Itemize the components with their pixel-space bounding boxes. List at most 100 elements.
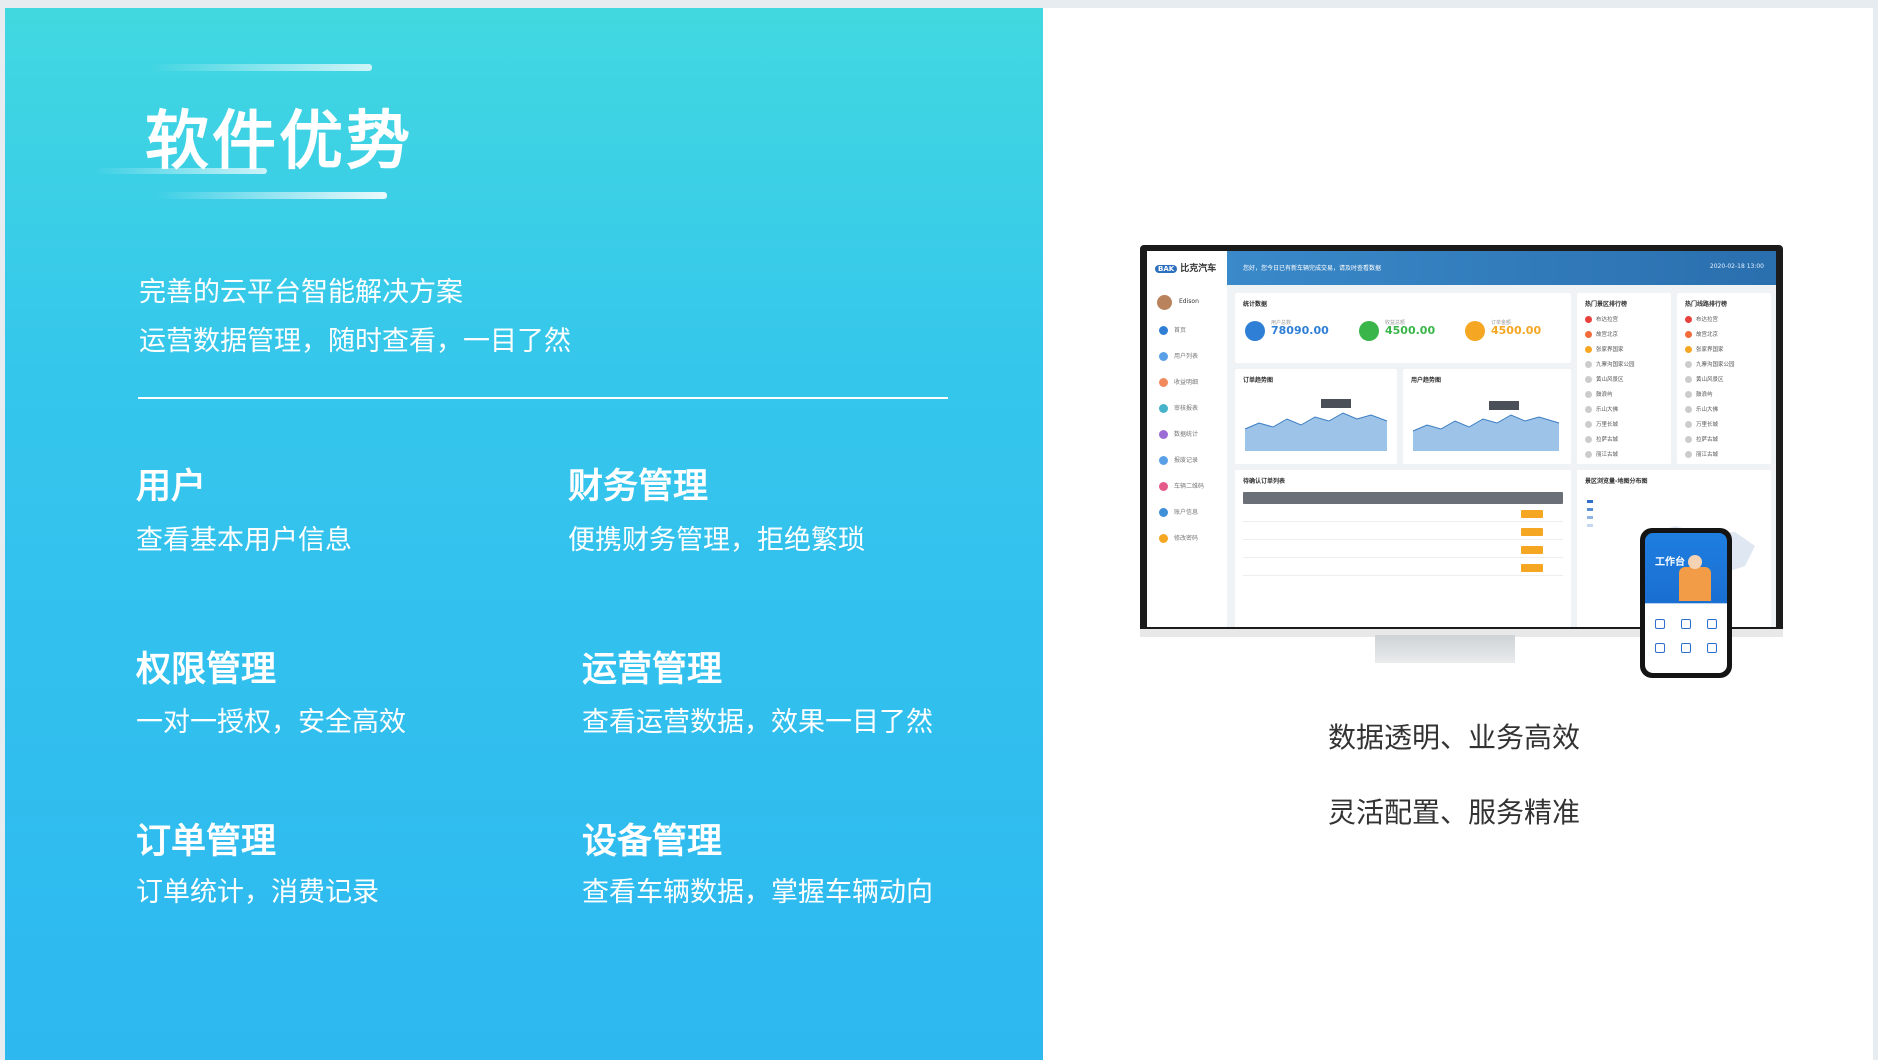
subtitle-line-1: 完善的云平台智能解决方案 [139, 277, 463, 308]
phone-mockup: 工作台 [1640, 528, 1732, 678]
confirm-button[interactable] [1521, 546, 1543, 554]
sidebar-item-stats: 数据统计 [1159, 429, 1198, 441]
app-grid-icon [1655, 619, 1665, 629]
rank-item: 黄山风景区 [1685, 375, 1724, 383]
table-row [1243, 560, 1563, 576]
feature-desc-operation: 查看运营数据，效果一目了然 [582, 707, 933, 738]
rank-item: 鼓浪屿 [1685, 390, 1713, 398]
rank-item: 布达拉宫 [1685, 315, 1718, 323]
table-row [1243, 542, 1563, 558]
table-row [1243, 506, 1563, 522]
rank-item: 拉萨古城 [1685, 435, 1718, 443]
order-trend-title: 订单趋势图 [1243, 377, 1274, 384]
sidebar-item-users: 用户列表 [1159, 351, 1198, 363]
notice-text: 您好，您今日已有新车辆完成交易，请及时查看数据 [1243, 265, 1382, 272]
stat-income: 4500.00 收益总额 [1359, 320, 1435, 341]
sidebar-item-account: 账户信息 [1159, 507, 1198, 519]
feature-heading-device: 设备管理 [582, 822, 723, 862]
sidebar-item-scrap: 报废记录 [1159, 455, 1198, 467]
phone-screen: 工作台 [1645, 533, 1727, 673]
rank-item: 张家界国家 [1685, 345, 1724, 353]
stats-card: 统计数据 78090.00 用户总数 4500.00 收益总额 4500.00 订单金… [1235, 293, 1571, 363]
avatar [1157, 295, 1172, 310]
pending-orders-card: 待确认订单列表 [1235, 470, 1571, 627]
time-text: 2020-02-18 13:00 [1709, 263, 1764, 270]
tagline-2: 灵活配置、服务精准 [1328, 796, 1581, 829]
confirm-button[interactable] [1521, 564, 1543, 572]
rank-item: 张家界国家 [1585, 345, 1624, 353]
sidebar-item-password: 修改密码 [1159, 533, 1198, 545]
phone-title: 工作台 [1655, 557, 1685, 568]
dashboard-topbar: 您好，您今日已有新车辆完成交易，请及时查看数据 2020-02-18 13:00 [1227, 251, 1776, 285]
user-trend-chart [1412, 401, 1560, 451]
monitor-mockup: BAK 比克汽车 Edison 首页 用户列表 收益明细 审核报表 数据统计 报废… [1140, 245, 1783, 678]
app-grid-icon [1681, 619, 1691, 629]
sidebar-item-qrcode: 车辆二维码 [1159, 481, 1204, 493]
user-trend-card: 用户趋势图 [1403, 369, 1571, 464]
feature-heading-permission: 权限管理 [136, 650, 277, 690]
title-decoration-line [155, 192, 387, 199]
rank-item: 九寨沟国家公园 [1585, 360, 1635, 368]
map-title: 景区浏览量-地图分布图 [1585, 478, 1648, 485]
title-decoration-line [150, 64, 372, 71]
rank-item: 万里长城 [1585, 420, 1618, 428]
user-trend-title: 用户趋势图 [1411, 377, 1442, 384]
confirm-button[interactable] [1521, 528, 1543, 536]
app-grid-icon [1707, 619, 1717, 629]
confirm-button[interactable] [1521, 510, 1543, 518]
stats-title: 统计数据 [1243, 301, 1268, 308]
scenic-rank-title: 热门景区排行榜 [1585, 301, 1628, 308]
feature-desc-permission: 一对一授权，安全高效 [136, 707, 406, 738]
monitor-stand [1375, 635, 1515, 663]
scenic-rank-card: 热门景区排行榜 布达拉宫 故宫北京 张家界国家 九寨沟国家公园 黄山风景区 鼓浪… [1577, 293, 1671, 464]
feature-heading-operation: 运营管理 [582, 650, 723, 690]
rank-item: 拉萨古城 [1585, 435, 1618, 443]
person-illustration-head [1688, 555, 1702, 569]
route-rank-card: 热门线路排行榜 布达拉宫 故宫北京 张家界国家 九寨沟国家公园 黄山风景区 鼓浪… [1677, 293, 1771, 464]
brand-logo: BAK 比克汽车 [1155, 261, 1216, 274]
app-grid-icon [1655, 643, 1665, 653]
person-illustration [1679, 567, 1711, 601]
slide-title: 软件优势 [145, 105, 413, 179]
rank-item: 丽江古城 [1685, 450, 1718, 458]
feature-heading-finance: 财务管理 [568, 467, 709, 507]
divider [138, 397, 948, 399]
route-rank-title: 热门线路排行榜 [1685, 301, 1728, 308]
rank-item: 布达拉宫 [1585, 315, 1618, 323]
rank-item: 故宫北京 [1685, 330, 1718, 338]
slide: 软件优势 完善的云平台智能解决方案 运营数据管理，随时查看，一目了然 用户 查看… [0, 0, 1878, 1060]
sidebar-item-review: 审核报表 [1159, 403, 1198, 415]
pending-orders-title: 待确认订单列表 [1243, 478, 1286, 485]
rank-item: 黄山风景区 [1585, 375, 1624, 383]
rank-item: 故宫北京 [1585, 330, 1618, 338]
stat-users: 78090.00 用户总数 [1245, 320, 1329, 341]
rank-item: 鼓浪屿 [1585, 390, 1613, 398]
feature-desc-order: 订单统计，消费记录 [136, 877, 379, 908]
rank-item: 九寨沟国家公园 [1685, 360, 1735, 368]
user-name: Edison [1179, 298, 1199, 305]
rank-item: 万里长城 [1685, 420, 1718, 428]
brand-name: 比克汽车 [1180, 264, 1217, 274]
brand-badge: BAK [1155, 265, 1178, 273]
stat-orders: 4500.00 订单金额 [1465, 320, 1541, 341]
rank-item: 乐山大佛 [1585, 405, 1618, 413]
table-header [1243, 492, 1563, 504]
feature-desc-device: 查看车辆数据，掌握车辆动向 [582, 877, 933, 908]
rank-item: 乐山大佛 [1685, 405, 1718, 413]
left-panel: 软件优势 完善的云平台智能解决方案 运营数据管理，随时查看，一目了然 用户 查看… [5, 8, 1043, 1060]
order-trend-chart [1244, 399, 1388, 451]
sidebar-item-home: 首页 [1159, 325, 1186, 337]
feature-heading-order: 订单管理 [136, 822, 277, 862]
table-row [1243, 524, 1563, 540]
order-trend-card: 订单趋势图 [1235, 369, 1397, 464]
feature-desc-finance: 便携财务管理，拒绝繁琐 [568, 525, 865, 556]
app-grid-icon [1681, 643, 1691, 653]
subtitle-line-2: 运营数据管理，随时查看，一目了然 [139, 326, 571, 357]
sidebar-item-income: 收益明细 [1159, 377, 1198, 389]
app-grid-icon [1707, 643, 1717, 653]
tagline-1: 数据透明、业务高效 [1328, 721, 1581, 754]
feature-heading-user: 用户 [136, 467, 207, 507]
feature-desc-user: 查看基本用户信息 [136, 525, 352, 556]
dashboard-sidebar: BAK 比克汽车 Edison 首页 用户列表 收益明细 审核报表 数据统计 报废… [1147, 251, 1227, 627]
rank-item: 丽江古城 [1585, 450, 1618, 458]
